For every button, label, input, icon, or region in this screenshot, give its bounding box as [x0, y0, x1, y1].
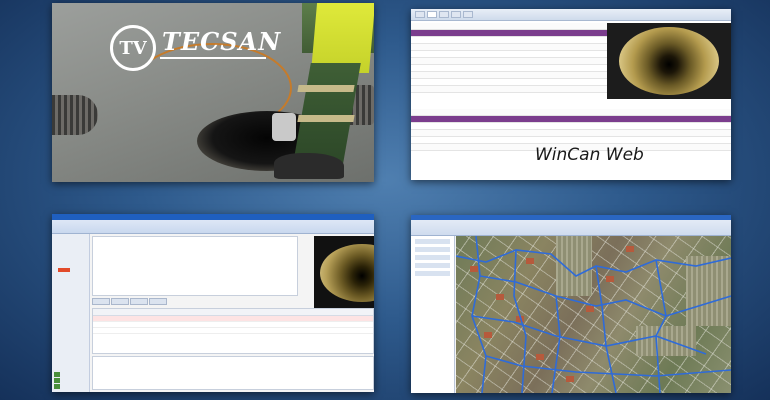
tab[interactable] [111, 298, 129, 305]
toolbar-tab[interactable] [427, 11, 437, 18]
toolbar-tab[interactable] [415, 11, 425, 18]
layer-item[interactable] [415, 263, 450, 268]
table-row[interactable] [93, 328, 373, 334]
table-row[interactable] [411, 79, 607, 86]
reflective-stripe [297, 85, 355, 92]
worker-leg [293, 63, 361, 163]
table-header [411, 23, 607, 30]
table-row[interactable] [411, 123, 731, 130]
aerial-map[interactable] [456, 236, 731, 393]
table-header [411, 109, 731, 116]
title-bar [411, 215, 731, 220]
table-row[interactable] [411, 116, 731, 123]
pipe-interior [320, 244, 374, 302]
tab[interactable] [149, 298, 167, 305]
reflective-stripe [297, 115, 355, 122]
toolbar-tab[interactable] [451, 11, 461, 18]
table-row[interactable] [411, 30, 607, 37]
sewer-network-overlay[interactable] [456, 236, 731, 393]
drain-grate [52, 95, 98, 135]
layer-item[interactable] [415, 247, 450, 252]
table-row[interactable] [411, 72, 607, 79]
table-row[interactable] [411, 58, 607, 65]
toolbar-tab[interactable] [463, 11, 473, 18]
map-app-screenshot [411, 215, 731, 393]
table-row[interactable] [411, 51, 607, 58]
title-bar [52, 214, 374, 220]
layer-item[interactable] [415, 239, 450, 244]
section-table [411, 23, 607, 93]
details-pane [92, 356, 374, 390]
ribbon-toolbar [52, 214, 374, 234]
layer-item[interactable] [415, 271, 450, 276]
table-row[interactable] [411, 65, 607, 72]
status-icons [54, 372, 60, 390]
project-sidebar [52, 234, 90, 392]
inspection-robot [272, 113, 296, 141]
worker-boot [274, 153, 344, 179]
panel-tabs [92, 298, 312, 306]
grid-header [93, 309, 373, 316]
brand-underline [160, 57, 266, 59]
table-row[interactable] [411, 137, 731, 144]
table-row[interactable] [411, 130, 731, 137]
pipe-interior [619, 27, 719, 95]
app-toolbar [411, 9, 731, 21]
inspection-video[interactable] [314, 236, 374, 314]
tab[interactable] [130, 298, 148, 305]
photo-panel: TV TECSAN [52, 3, 374, 182]
layer-item[interactable] [415, 255, 450, 260]
inspection-video[interactable] [607, 23, 731, 99]
toolbar-tab[interactable] [439, 11, 449, 18]
desktop-app-screenshot [52, 214, 374, 392]
selected-item-marker[interactable] [58, 268, 70, 272]
section-list[interactable] [92, 236, 298, 296]
observation-grid [92, 308, 374, 354]
tab[interactable] [92, 298, 110, 305]
table-row[interactable] [411, 44, 607, 51]
table-row[interactable] [411, 86, 607, 93]
wincan-web-screenshot: WinCan Web [411, 9, 731, 180]
table-row[interactable] [411, 37, 607, 44]
brand-name: TECSAN [162, 27, 282, 56]
wincan-web-caption: WinCan Web [535, 145, 644, 165]
ribbon-toolbar [411, 215, 731, 236]
tv-logo-icon: TV [110, 25, 156, 71]
layers-panel [411, 236, 455, 393]
